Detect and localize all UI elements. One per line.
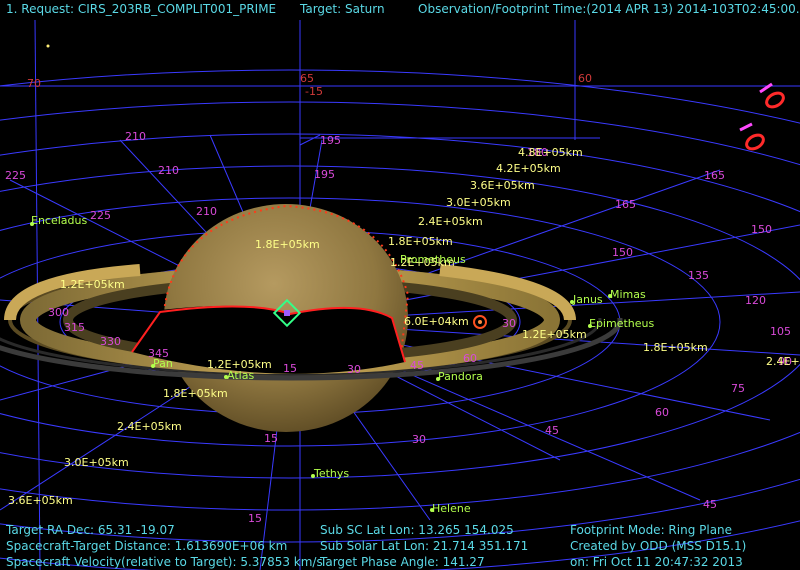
lat-minus-15: -15	[305, 85, 323, 98]
lon-45-a: 45	[545, 424, 559, 437]
lon-65: 65	[300, 72, 314, 85]
lon-45-b: 45	[410, 359, 424, 372]
dist-4.8e5: 4.8E+05km	[518, 146, 583, 159]
dist-3.6e5-b: 3.6E+05km	[8, 494, 73, 507]
lon-210-a: 210	[125, 130, 146, 143]
moon-prometheus: Prometheus	[400, 253, 466, 266]
lon-210-b: 210	[158, 164, 179, 177]
moon-pan: Pan	[153, 357, 173, 370]
lon-30-c: 30	[502, 317, 516, 330]
request-label: 1. Request: CIRS_203RB_COMPLIT001_PRIME	[6, 2, 277, 16]
lon-30-a: 30	[412, 433, 426, 446]
lon-165-b: 165	[615, 198, 636, 211]
lon-195-a: 195	[320, 134, 341, 147]
dist-4.2e5: 4.2E+05km	[496, 162, 561, 175]
lon-225-b: 225	[90, 209, 111, 222]
lon-15-c: 15	[283, 362, 297, 375]
lon-60-c: 60	[463, 352, 477, 365]
lon-15-b: 15	[248, 512, 262, 525]
moon-mimas: Mimas	[610, 288, 646, 301]
dist-3.0e5-a: 3.0E+05km	[446, 196, 511, 209]
lon-150-a: 150	[751, 223, 772, 236]
dist-2.4e5-c: 2.4E+05km	[766, 355, 800, 368]
distance-labels: 4.8E+05km 4.2E+05km 3.6E+05km 3.0E+05km …	[8, 146, 800, 507]
viewer-scene: 70 65 -15 60 210 195 225 210 195 225 210…	[0, 0, 800, 570]
lon-60: 60	[578, 72, 592, 85]
sky-view: 70 65 -15 60 210 195 225 210 195 225 210…	[0, 19, 800, 570]
dist-1.8e5-d: 1.8E+05km	[255, 238, 320, 251]
lon-300: 300	[48, 306, 69, 319]
lon-30-b: 30	[347, 363, 361, 376]
lon-210-c: 210	[196, 205, 217, 218]
dist-3.0e5-b: 3.0E+05km	[64, 456, 129, 469]
dist-1.2e5-b: 1.2E+05km	[522, 328, 587, 341]
lon-330: 330	[100, 335, 121, 348]
created-by: Created by ODD (MSS D15.1)	[570, 539, 747, 553]
dist-2.4e5-b: 2.4E+05km	[117, 420, 182, 433]
sub-sc-lat-lon: Sub SC Lat Lon: 13.265 154.025	[320, 523, 514, 537]
dist-2.4e5-a: 2.4E+05km	[418, 215, 483, 228]
target-label: Target: Saturn	[300, 2, 385, 16]
moon-pandora: Pandora	[438, 370, 483, 383]
lon-135: 135	[688, 269, 709, 282]
lon-60-b: 60	[655, 406, 669, 419]
moon-atlas: Atlas	[227, 369, 254, 382]
dist-1.8e5-b: 1.8E+05km	[643, 341, 708, 354]
moon-tethys: Tethys	[313, 467, 349, 480]
lon-225-a: 225	[5, 169, 26, 182]
lon-120: 120	[745, 294, 766, 307]
moon-enceladus: Enceladus	[31, 214, 87, 227]
footprint-mode: Footprint Mode: Ring Plane	[570, 523, 733, 537]
lon-45-c: 45	[703, 498, 717, 511]
star	[46, 44, 50, 48]
dist-1.8e5-c: 1.8E+05km	[163, 387, 228, 400]
lon-315: 315	[64, 321, 85, 334]
spacecraft-velocity: Spacecraft Velocity(relative to Target):…	[6, 555, 323, 569]
lon-150-b: 150	[612, 246, 633, 259]
observation-time: Observation/Footprint Time:(2014 APR 13)…	[418, 2, 800, 16]
dist-3.6e5-a: 3.6E+05km	[470, 179, 535, 192]
lon-15-a: 15	[264, 432, 278, 445]
dist-1.2e5-c: 1.2E+05km	[60, 278, 125, 291]
lon-105: 105	[770, 325, 791, 338]
lon-195-b: 195	[314, 168, 335, 181]
dist-1.8e5-a: 1.8E+05km	[388, 235, 453, 248]
moon-janus: Janus	[572, 293, 603, 306]
target-phase-angle: Target Phase Angle: 141.27	[320, 555, 485, 569]
lon-165-a: 165	[704, 169, 725, 182]
moon-epimetheus: Epimetheus	[589, 317, 654, 330]
dist-6.0e4: 6.0E+04km	[404, 315, 469, 328]
lon-70: 70	[27, 77, 41, 90]
sub-solar-lat-lon: Sub Solar Lat Lon: 21.714 351.171	[320, 539, 529, 553]
spacecraft-target-distance: Spacecraft-Target Distance: 1.613690E+06…	[6, 539, 288, 553]
moon-helene: Helene	[432, 502, 471, 515]
target-ra-dec: Target RA Dec: 65.31 -19.07	[6, 523, 175, 537]
created-on: on: Fri Oct 11 20:47:32 2013	[570, 555, 743, 569]
lon-75: 75	[731, 382, 745, 395]
